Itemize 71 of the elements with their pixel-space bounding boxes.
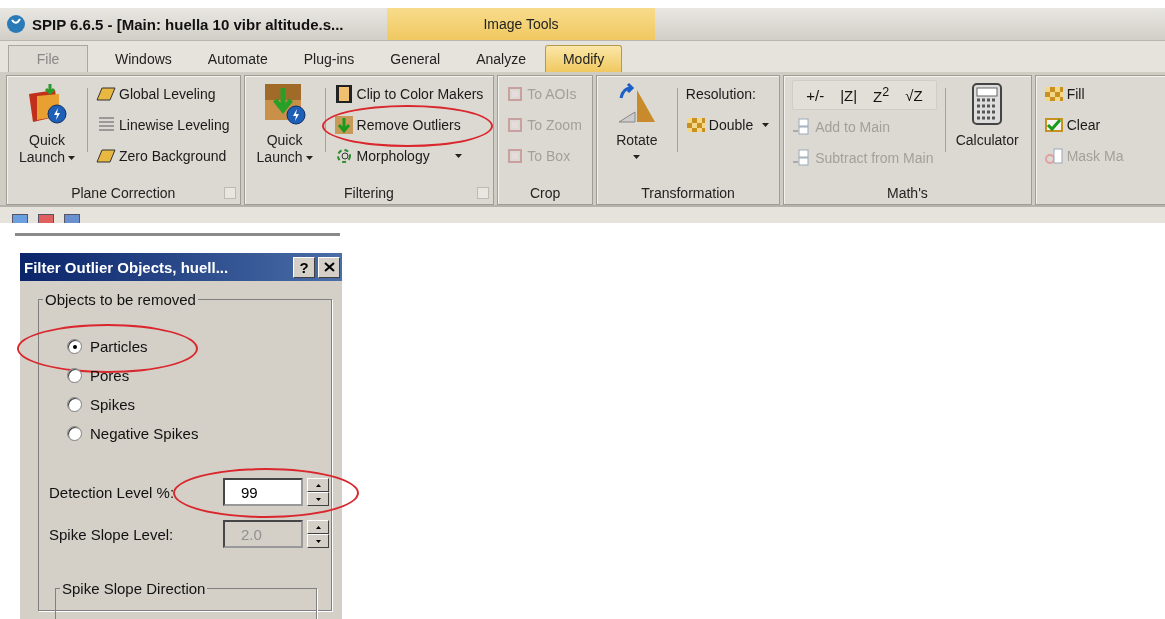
group-label: Plane Correction [71, 185, 176, 201]
ribbon-item[interactable]: Zero Background [96, 142, 230, 170]
button-label: Launch [19, 149, 65, 166]
button-label: Launch [256, 149, 303, 166]
radio-button[interactable] [67, 368, 82, 383]
close-icon [323, 262, 335, 272]
plane-icon [96, 146, 116, 166]
group-label: Math's [887, 185, 928, 201]
film-strip-icon [333, 84, 354, 104]
math-key[interactable]: Z$^{2}$ [866, 85, 897, 105]
button-label: Calculator [955, 132, 1019, 149]
close-button[interactable] [318, 256, 340, 278]
ribbon-tab[interactable]: Analyze [459, 45, 543, 72]
app-logo-icon [6, 14, 26, 34]
spin-up-button[interactable] [307, 478, 329, 492]
crop-frame-icon [506, 85, 525, 103]
spin-down-button[interactable] [307, 492, 329, 506]
plane-icon [96, 84, 116, 104]
radio-label: Spikes [90, 396, 136, 413]
button-label: Quick [29, 132, 65, 149]
radio-label: Negative Spikes [90, 425, 199, 442]
down-arrow-icon [315, 539, 321, 543]
math-key[interactable]: +/- [799, 86, 832, 104]
ribbon-item[interactable]: Morphology [333, 142, 484, 170]
field-label: Detection Level %: [48, 483, 176, 501]
ribbon-large-button[interactable]: Quick Launch [15, 80, 79, 182]
number-field[interactable]: 99 [223, 478, 303, 506]
window-title: SPIP 6.6.5 - [Main: huella 10 vibr altitude.s... [32, 15, 344, 33]
ribbon-item[interactable]: Clear [1043, 111, 1124, 139]
radio-button[interactable] [67, 397, 82, 412]
ribbon-item[interactable]: Double [685, 111, 770, 139]
radio-button[interactable] [67, 426, 82, 441]
ribbon-item[interactable]: Fill [1043, 80, 1124, 108]
dialog-title: Filter Outlier Objects, huell... [24, 258, 230, 276]
ribbon-tab[interactable]: Automate [190, 45, 285, 72]
mask-squares-icon [1043, 146, 1064, 166]
crop-frame-icon [506, 147, 525, 165]
resolution-label: Resolution: [685, 85, 757, 104]
ribbon-tab[interactable]: General [373, 45, 458, 72]
down-arrow-icon [315, 497, 321, 501]
ribbon-item[interactable]: Linewise Leveling [96, 111, 230, 139]
field-label: Spike Slope Level: [48, 525, 175, 543]
math-key[interactable]: √Z [898, 86, 930, 104]
ribbon-item[interactable]: Clip to Color Makers [333, 80, 484, 108]
button-label: Rotate [616, 132, 658, 149]
texture-bolt-icon [262, 82, 307, 126]
ribbon-tab[interactable]: Modify [544, 45, 623, 72]
ribbon-tab[interactable]: Windows [98, 45, 189, 72]
ribbon-large-button[interactable]: Quick Launch [252, 80, 317, 182]
checker-icon [685, 115, 706, 135]
checker-tick-icon [1043, 115, 1064, 135]
group-label: Filtering [344, 185, 394, 201]
group-label: Transformation [641, 185, 735, 201]
group-title: Spike Slope Direction [60, 580, 208, 597]
ribbon-large-button[interactable]: Rotate [604, 80, 669, 182]
ribbon-item[interactable]: Global Leveling [96, 80, 230, 108]
group-label: Crop [529, 185, 561, 201]
crop-frame-icon [506, 116, 525, 134]
radio-label: Particles [90, 338, 148, 355]
ribbon-tab[interactable]: Plug-ins [286, 45, 372, 72]
help-button[interactable]: ? [293, 256, 315, 278]
up-arrow-icon [315, 525, 321, 529]
up-arrow-icon [315, 483, 321, 487]
checker-icon [1043, 84, 1064, 104]
group-title: Objects to be removed [43, 291, 198, 308]
math-key[interactable]: |Z| [833, 86, 865, 104]
context-tab-header: Image Tools [387, 8, 655, 40]
button-label: Quick [266, 132, 303, 149]
ribbon-item[interactable]: Remove Outliers [333, 111, 484, 139]
ribbon-large-button[interactable]: Calculator [953, 80, 1021, 182]
radio-button[interactable] [67, 339, 82, 354]
